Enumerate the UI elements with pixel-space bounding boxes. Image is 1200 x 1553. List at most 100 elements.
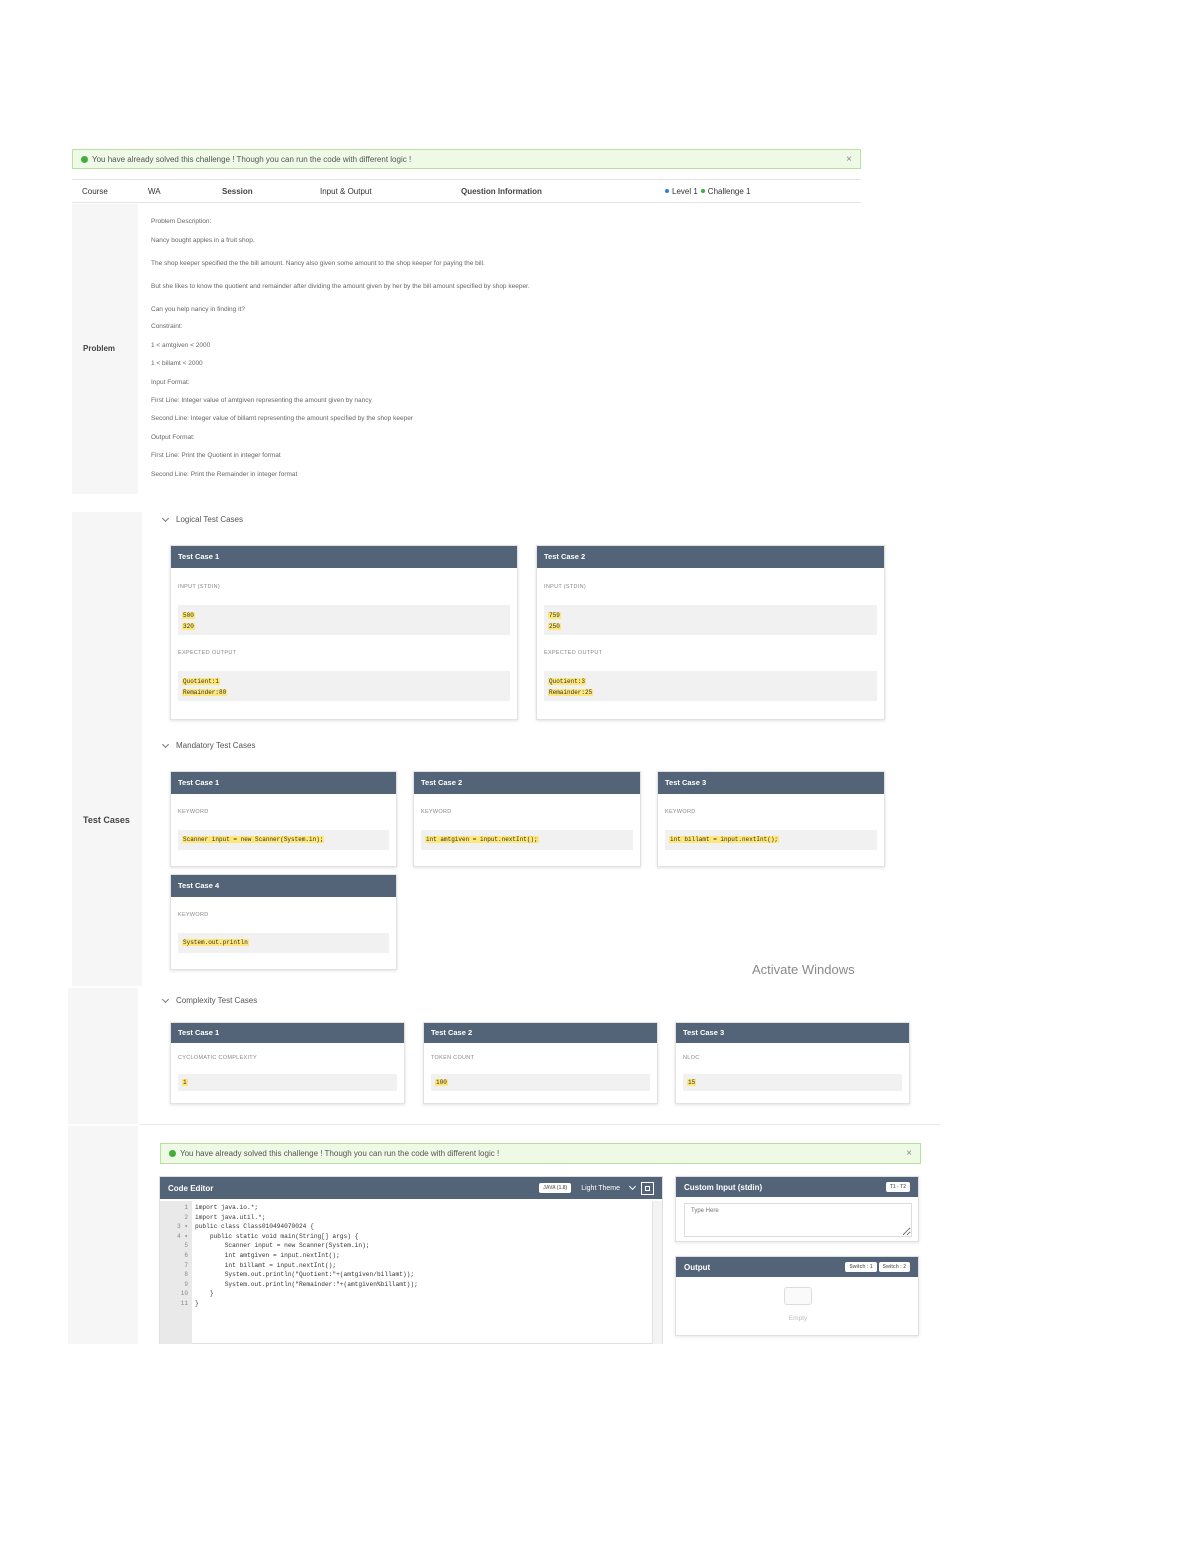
output-box: Quotient:3 Remainder:25	[544, 671, 877, 701]
challenge-tag: Challenge 1	[707, 186, 751, 196]
testcase-select-button[interactable]: T1 - T2	[885, 1182, 910, 1192]
output-line: Quotient:1	[182, 678, 221, 685]
test-case-title: Test Case 2	[414, 772, 640, 794]
line-number: 2	[184, 1213, 188, 1221]
section-divider	[140, 1124, 940, 1125]
input-line: 320	[182, 623, 195, 630]
keyword-box: int amtgiven = input.nextInt();	[421, 830, 633, 850]
test-case-title: Test Case 4	[171, 875, 396, 897]
keyword-label: KEYWORD	[178, 809, 209, 815]
code-line: int amtgiven = input.nextInt();	[195, 1251, 340, 1259]
challenge-dot-icon	[700, 189, 705, 193]
level-tag: Level 1	[672, 186, 698, 196]
metric-box: 15	[683, 1074, 902, 1091]
info-header: Course WA Session Input & Output Questio…	[72, 179, 861, 203]
test-cases-label: Test Cases	[83, 815, 130, 825]
code-line: public static void main(String[] args) {	[195, 1232, 359, 1240]
chevron-down-icon	[161, 514, 170, 522]
course-value: WA	[148, 186, 161, 196]
test-case-title: Test Case 2	[537, 546, 884, 568]
problem-label: Problem	[83, 344, 116, 353]
test-case-title: Test Case 3	[676, 1023, 909, 1043]
input-box: 759 250	[544, 605, 877, 635]
problem-line: But she likes to know the quotient and r…	[151, 283, 530, 290]
complexity-test-case-2: Test Case 2 TOKEN COUNT 100	[423, 1022, 658, 1104]
editor-scrollbar[interactable]	[652, 1201, 662, 1344]
logical-test-cases-toggle[interactable]: Logical Test Cases	[161, 514, 243, 524]
line-number: 7	[184, 1261, 188, 1269]
output-label: EXPECTED OUTPUT	[178, 650, 237, 656]
close-icon[interactable]: ×	[846, 154, 852, 165]
theme-label: Light Theme	[581, 1184, 620, 1192]
input-label: INPUT (STDIN)	[178, 584, 220, 590]
code-line: System.out.println("Remainder:"+(amtgive…	[195, 1280, 418, 1288]
logical-test-case-2: Test Case 2 INPUT (STDIN) 759 250 EXPECT…	[536, 545, 885, 720]
input-label: INPUT (STDIN)	[544, 584, 586, 590]
check-icon	[169, 1150, 176, 1157]
custom-input-panel: Custom Input (stdin) T1 - T2	[675, 1176, 919, 1242]
activate-windows-watermark: Activate Windows	[752, 962, 855, 977]
custom-input-header: Custom Input (stdin) T1 - T2	[676, 1177, 918, 1197]
problem-line: Can you help nancy in finding it?	[151, 306, 245, 313]
language-select[interactable]: JAVA (1.8)	[539, 1183, 572, 1193]
question-info-label: Question Information	[461, 186, 542, 196]
test-case-title: Test Case 1	[171, 772, 396, 794]
code-line: public class Class010494070024 {	[195, 1223, 314, 1231]
complexity-test-case-1: Test Case 1 CYCLOMATIC COMPLEXITY 1	[170, 1022, 405, 1104]
test-cases-label-cell	[72, 512, 142, 986]
keyword-value: Scanner input = new Scanner(System.in);	[182, 836, 325, 843]
empty-label: Empty	[788, 1315, 808, 1322]
problem-line: Output Format:	[151, 434, 195, 441]
level-tags: Level 1 Challenge 1	[662, 180, 751, 202]
input-line: 500	[182, 612, 195, 619]
line-number: 3 ▾	[177, 1223, 188, 1231]
code-area[interactable]: import java.io.*; import java.util.*; publ…	[195, 1201, 650, 1344]
custom-input-textarea[interactable]	[684, 1203, 912, 1237]
course-label: Course	[82, 186, 108, 196]
problem-line: Second Line: Print the Remainder in inte…	[151, 471, 298, 478]
metric-box: 100	[431, 1074, 650, 1091]
test-case-title: Test Case 2	[424, 1023, 657, 1043]
test-case-title: Test Case 1	[171, 546, 517, 568]
code-line: }	[195, 1290, 214, 1298]
output-switch-1-button[interactable]: Switch : 1	[845, 1262, 877, 1272]
metric-label: NLOC	[683, 1055, 700, 1061]
logical-test-cases-title: Logical Test Cases	[176, 515, 243, 524]
chevron-down-icon	[161, 740, 170, 748]
output-header: Output Switch : 1 Switch : 2	[676, 1257, 918, 1277]
mandatory-test-case-4: Test Case 4 KEYWORD System.out.println	[170, 874, 397, 970]
keyword-label: KEYWORD	[178, 912, 209, 918]
keyword-label: KEYWORD	[421, 809, 452, 815]
code-line: import java.util.*;	[195, 1213, 266, 1221]
code-line: Scanner input = new Scanner(System.in);	[195, 1242, 370, 1250]
mandatory-test-cases-toggle[interactable]: Mandatory Test Cases	[161, 740, 256, 750]
keyword-label: KEYWORD	[665, 809, 696, 815]
line-number: 11	[180, 1299, 188, 1307]
output-line: Remainder:25	[548, 689, 594, 696]
mandatory-test-case-3: Test Case 3 KEYWORD int billamt = input.…	[657, 771, 885, 867]
output-switch-2-button[interactable]: Switch : 2	[878, 1262, 910, 1272]
problem-line: Nancy bought apples in a fruit shop.	[151, 237, 255, 244]
theme-select[interactable]: Light Theme	[581, 1182, 641, 1192]
problem-line: Second Line: Integer value of billamt re…	[151, 415, 413, 422]
line-number-gutter: 1 2 3 ▾ 4 ▾ 5 6 7 8 9 10 11	[160, 1201, 192, 1344]
session-value: Input & Output	[320, 186, 372, 196]
fullscreen-icon[interactable]	[641, 1181, 654, 1195]
output-panel: Output Switch : 1 Switch : 2 Empty	[675, 1256, 919, 1336]
code-line: import java.io.*;	[195, 1204, 259, 1211]
complexity-test-cases-toggle[interactable]: Complexity Test Cases	[161, 995, 258, 1005]
close-icon[interactable]: ×	[906, 1148, 912, 1159]
metric-value: 1	[182, 1079, 188, 1086]
logical-test-case-1: Test Case 1 INPUT (STDIN) 500 320 EXPECT…	[170, 545, 518, 720]
mandatory-test-cases-title: Mandatory Test Cases	[176, 741, 256, 750]
input-line: 759	[548, 612, 561, 619]
problem-line: The shop keeper specified the the bill a…	[151, 260, 485, 267]
line-number: 4 ▾	[177, 1232, 188, 1240]
line-number: 9	[184, 1280, 188, 1288]
complexity-test-cases-title: Complexity Test Cases	[176, 996, 258, 1005]
code-editor-header: Code Editor JAVA (1.8) Light Theme	[160, 1177, 662, 1199]
metric-box: 1	[178, 1074, 397, 1091]
banner-message: You have already solved this challenge !…	[180, 1149, 500, 1158]
output-line: Remainder:80	[182, 689, 228, 696]
custom-input-title: Custom Input (stdin)	[684, 1182, 763, 1192]
